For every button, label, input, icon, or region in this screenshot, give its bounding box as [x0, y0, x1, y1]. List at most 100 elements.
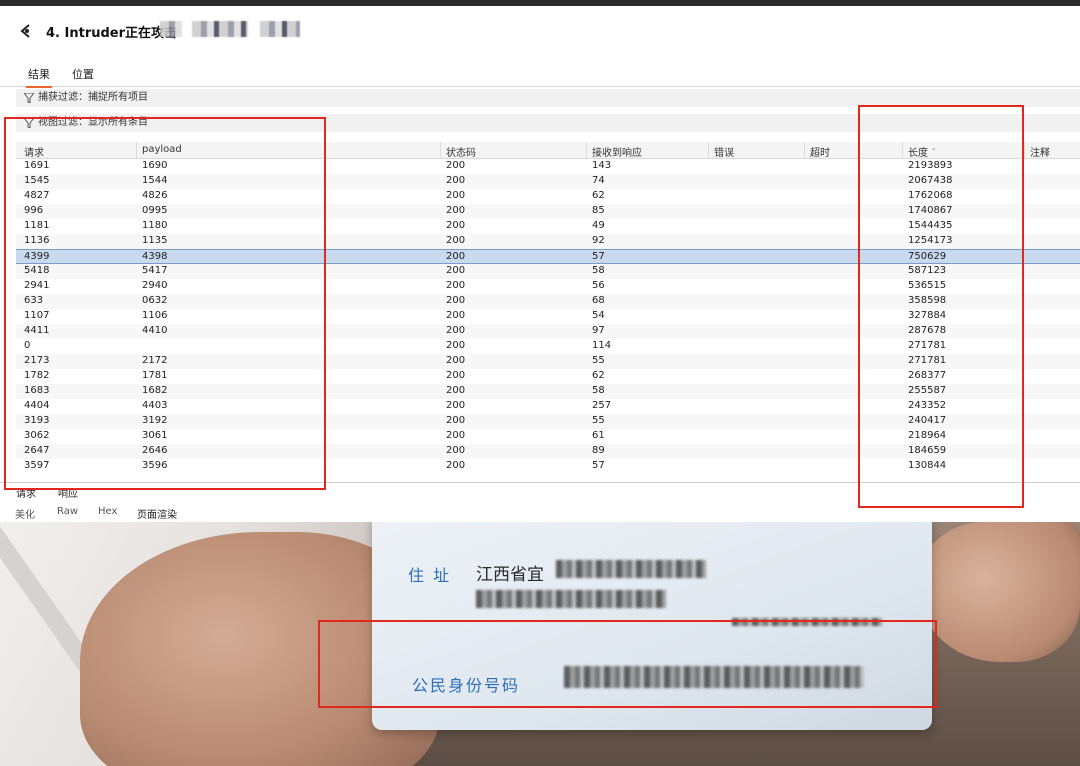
cell-status: 200 [446, 445, 466, 456]
cell-payload: 3061 [142, 430, 168, 441]
cell-length: 271781 [908, 340, 947, 351]
cell-response-received: 56 [592, 280, 605, 291]
table-row[interactable]: 1691 1690 200 143 2193893 [16, 159, 1080, 174]
table-row[interactable]: 1181 1180 200 49 1544435 [16, 219, 1080, 234]
table-row[interactable]: 5418 5417 200 58 587123 [16, 264, 1080, 279]
cell-response-received: 68 [592, 295, 605, 306]
cell-request: 0 [24, 340, 31, 351]
redacted-address [476, 590, 666, 608]
cell-request: 3062 [24, 430, 50, 441]
cell-payload: 4398 [142, 251, 168, 262]
hand-thumb [920, 522, 1080, 662]
cell-response-received: 62 [592, 190, 605, 201]
table-row[interactable]: 1545 1544 200 74 2067438 [16, 174, 1080, 189]
tab-results[interactable]: 结果 [26, 66, 52, 88]
tab-positions[interactable]: 位置 [70, 66, 96, 86]
cell-response-received: 62 [592, 370, 605, 381]
cell-status: 200 [446, 355, 466, 366]
table-row[interactable]: 4404 4403 200 257 243352 [16, 399, 1080, 414]
column-header-comment[interactable]: 注释 [1030, 144, 1050, 159]
column-header-length[interactable]: 长度 ˅ [908, 144, 936, 159]
cell-request: 1782 [24, 370, 50, 381]
cell-length: 1254173 [908, 235, 953, 246]
cell-response-received: 114 [592, 340, 612, 351]
table-row[interactable]: 2941 2940 200 56 536515 [16, 279, 1080, 294]
table-row[interactable]: 3193 3192 200 55 240417 [16, 414, 1080, 429]
cell-length: 271781 [908, 355, 947, 366]
cell-status: 200 [446, 415, 466, 426]
cell-request: 1545 [24, 175, 50, 186]
column-header-response-received[interactable]: 接收到响应 [592, 144, 642, 159]
cell-response-received: 58 [592, 265, 605, 276]
tab-request[interactable]: 请求 [14, 485, 38, 502]
table-row[interactable]: 3062 3061 200 61 218964 [16, 429, 1080, 444]
id-card-address-text: 江西省宜 [476, 565, 544, 585]
column-header-status[interactable]: 状态码 [446, 144, 476, 159]
cell-payload: 1106 [142, 310, 168, 321]
table-row[interactable]: 4827 4826 200 62 1762068 [16, 189, 1080, 204]
tab-raw[interactable]: Raw [54, 506, 81, 520]
cell-response-received: 143 [592, 160, 612, 171]
cell-length: 130844 [908, 460, 947, 471]
id-card-number-label: 公民身份号码 [412, 676, 521, 695]
id-card-image: 住 址 江西省宜 公民身份号码 [372, 522, 932, 730]
cell-request: 4827 [24, 190, 50, 201]
column-header-request[interactable]: 请求 [24, 144, 44, 159]
table-row[interactable]: 4399 4398 200 57 750629 [16, 249, 1080, 264]
cell-length: 536515 [908, 280, 947, 291]
table-row[interactable]: 1136 1135 200 92 1254173 [16, 234, 1080, 249]
table-row[interactable]: 1107 1106 200 54 327884 [16, 309, 1080, 324]
cell-payload: 2646 [142, 445, 168, 456]
request-response-tabs: 请求 响应 [0, 482, 1080, 504]
cell-request: 1683 [24, 385, 50, 396]
cell-length: 750629 [908, 251, 947, 262]
intruder-window: 4. Intruder正在攻击 结果 位置 捕获过滤：捕捉所有项目 视图过滤：显… [0, 6, 1080, 766]
cell-request: 5418 [24, 265, 50, 276]
table-row[interactable]: 2647 2646 200 89 184659 [16, 444, 1080, 459]
cell-response-received: 55 [592, 355, 605, 366]
redacted-mark [732, 618, 882, 626]
cell-length: 1740867 [908, 205, 953, 216]
cell-request: 4399 [24, 251, 50, 262]
filter-icon [24, 118, 34, 128]
cell-request: 2647 [24, 445, 50, 456]
cell-response-received: 74 [592, 175, 605, 186]
cell-payload: 1180 [142, 220, 168, 231]
redacted-address [556, 560, 706, 578]
column-header-timeout[interactable]: 超时 [810, 144, 830, 159]
id-card-address-label: 住 址 [408, 566, 452, 585]
table-row[interactable]: 0 200 114 271781 [16, 339, 1080, 354]
cell-payload: 0995 [142, 205, 168, 216]
cell-response-received: 58 [592, 385, 605, 396]
capture-filter-bar[interactable]: 捕获过滤：捕捉所有项目 [16, 89, 1080, 107]
table-row[interactable]: 633 0632 200 68 358598 [16, 294, 1080, 309]
cell-payload: 1682 [142, 385, 168, 396]
column-header-error[interactable]: 错误 [714, 144, 734, 159]
cell-status: 200 [446, 251, 466, 262]
cell-length: 240417 [908, 415, 947, 426]
cell-length: 358598 [908, 295, 947, 306]
cell-status: 200 [446, 400, 466, 411]
cell-length: 1544435 [908, 220, 953, 231]
cell-response-received: 49 [592, 220, 605, 231]
view-filter-bar[interactable]: 视图过滤：显示所有条目 [16, 114, 1080, 132]
column-header-payload[interactable]: payload [142, 144, 182, 155]
table-row[interactable]: 1782 1781 200 62 268377 [16, 369, 1080, 384]
table-row[interactable]: 996 0995 200 85 1740867 [16, 204, 1080, 219]
intruder-logo-icon [20, 24, 30, 38]
cell-status: 200 [446, 235, 466, 246]
cell-payload: 3596 [142, 460, 168, 471]
cell-payload: 1781 [142, 370, 168, 381]
cell-request: 3597 [24, 460, 50, 471]
tab-hex[interactable]: Hex [95, 506, 120, 520]
cell-length: 218964 [908, 430, 947, 441]
redacted-id-number [564, 666, 864, 688]
length-header-label: 长度 [908, 148, 928, 159]
table-row[interactable]: 4411 4410 200 97 287678 [16, 324, 1080, 339]
cell-status: 200 [446, 460, 466, 471]
table-row[interactable]: 2173 2172 200 55 271781 [16, 354, 1080, 369]
table-header: 请求 payload 状态码 接收到响应 错误 超时 长度 ˅ 注释 [16, 142, 1080, 159]
table-row[interactable]: 3597 3596 200 57 130844 [16, 459, 1080, 474]
cell-request: 996 [24, 205, 44, 216]
table-row[interactable]: 1683 1682 200 58 255587 [16, 384, 1080, 399]
